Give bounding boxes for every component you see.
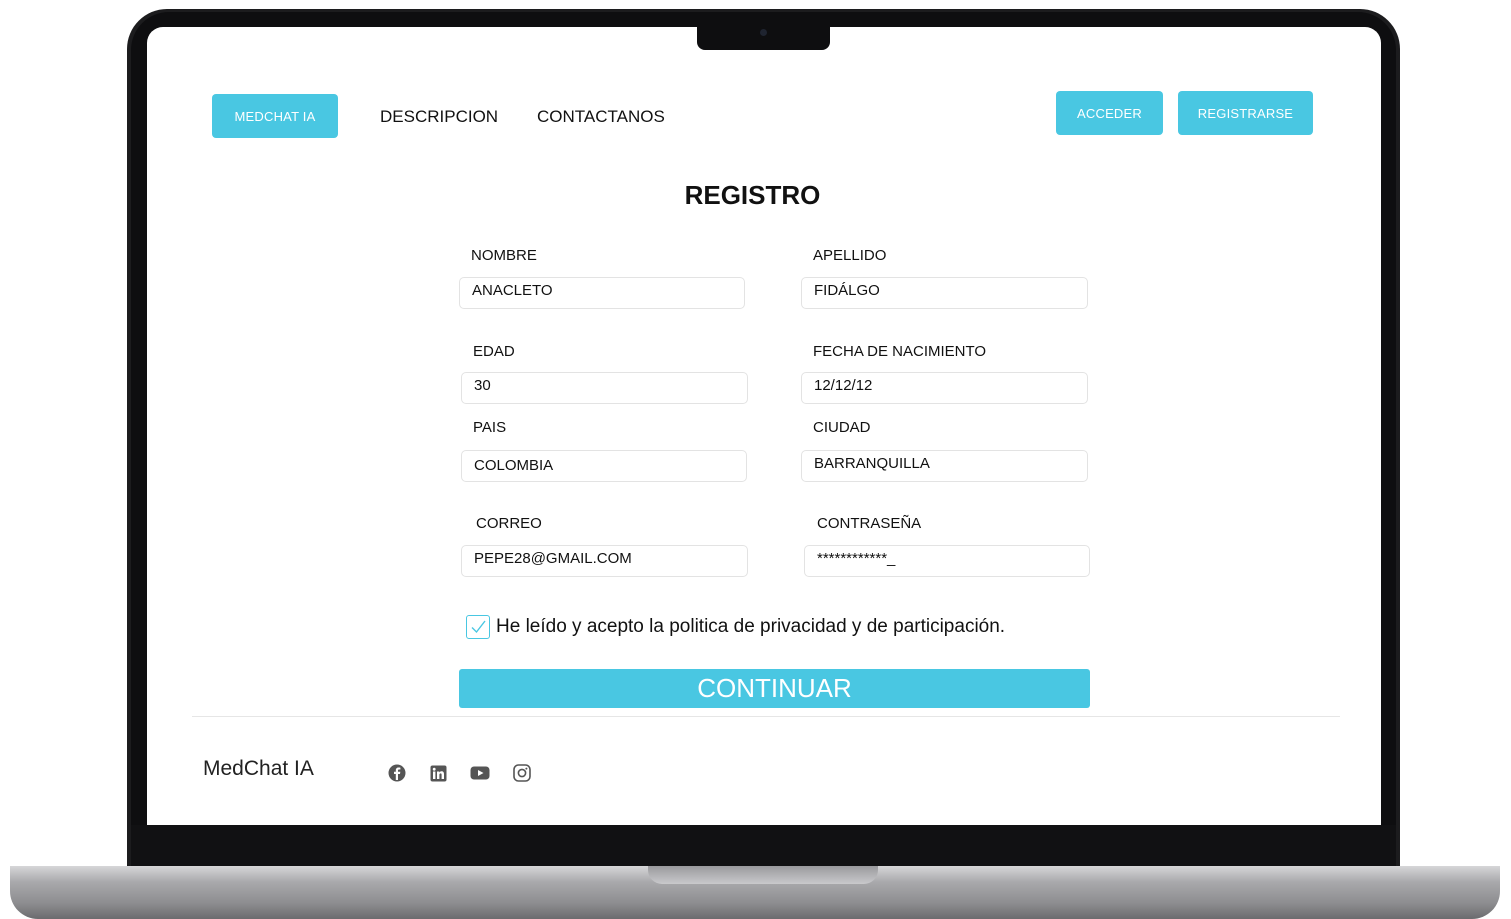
- pais-label: PAIS: [473, 419, 507, 436]
- contrasena-label: CONTRASEÑA: [817, 515, 922, 532]
- contrasena-input[interactable]: ************_: [804, 545, 1090, 577]
- edad-input[interactable]: 30: [461, 372, 748, 404]
- linkedin-icon[interactable]: [428, 763, 448, 783]
- laptop-opening-notch: [648, 866, 878, 884]
- edad-label: EDAD: [473, 343, 515, 360]
- laptop-bottom-bezel: [131, 825, 1396, 868]
- apellido-label: APELLIDO: [813, 247, 887, 264]
- ciudad-label: CIUDAD: [813, 419, 871, 436]
- camera-icon: [760, 29, 767, 36]
- facebook-icon[interactable]: [387, 763, 407, 783]
- fecha-nacimiento-label: FECHA DE NACIMIENTO: [813, 343, 987, 360]
- nav-link-contactanos[interactable]: CONTACTANOS: [537, 107, 665, 127]
- page-title: REGISTRO: [684, 180, 821, 210]
- nombre-label: NOMBRE: [471, 247, 537, 264]
- consent-label[interactable]: He leído y acepto la politica de privaci…: [496, 616, 1005, 638]
- brand-button[interactable]: MEDCHAT IA: [212, 94, 338, 138]
- check-icon: [471, 620, 486, 634]
- ciudad-input[interactable]: BARRANQUILLA: [801, 450, 1088, 482]
- correo-input[interactable]: PEPE28@GMAIL.COM: [461, 545, 748, 577]
- consent-checkbox[interactable]: [466, 615, 490, 639]
- footer-divider: [192, 716, 1340, 717]
- screen: MEDCHAT IA DESCRIPCION CONTACTANOS ACCED…: [147, 27, 1381, 825]
- pais-input[interactable]: COLOMBIA: [461, 450, 747, 482]
- instagram-icon[interactable]: [512, 763, 532, 783]
- nombre-input[interactable]: ANACLETO: [459, 277, 745, 309]
- login-button[interactable]: ACCEDER: [1056, 91, 1163, 135]
- youtube-icon[interactable]: [470, 763, 490, 783]
- register-button[interactable]: REGISTRARSE: [1178, 91, 1313, 135]
- continue-button[interactable]: CONTINUAR: [459, 669, 1090, 708]
- apellido-input[interactable]: FIDÁLGO: [801, 277, 1088, 309]
- footer-brand: MedChat IA: [203, 757, 314, 780]
- nav-link-descripcion[interactable]: DESCRIPCION: [380, 107, 498, 127]
- fecha-nacimiento-input[interactable]: 12/12/12: [801, 372, 1088, 404]
- correo-label: CORREO: [476, 515, 542, 532]
